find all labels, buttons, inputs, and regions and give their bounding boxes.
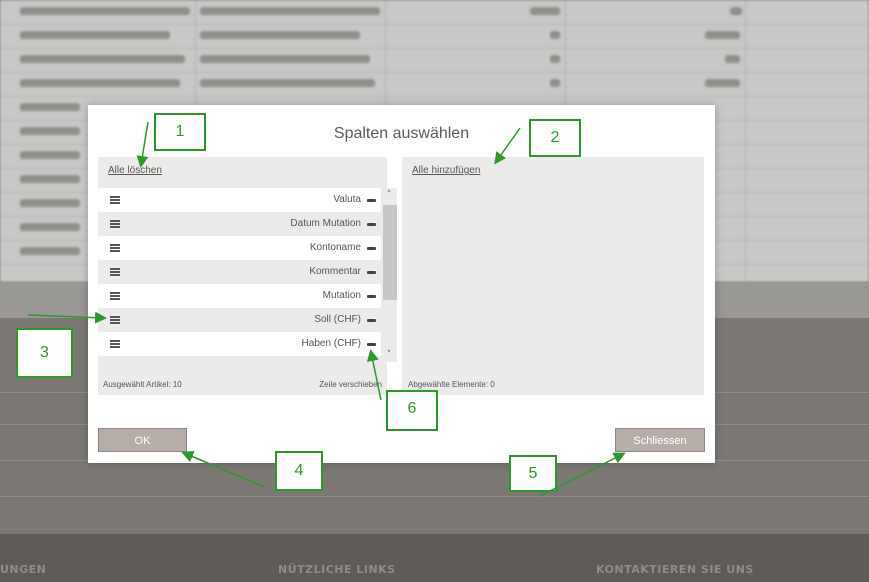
arrow-3: [27, 311, 107, 324]
arrow-4: [181, 450, 266, 488]
arrow-1: [136, 121, 149, 168]
arrow-5: [539, 452, 626, 497]
annotation-arrows: [27, 121, 626, 497]
arrow-2: [494, 127, 521, 165]
arrow-6: [366, 349, 382, 401]
